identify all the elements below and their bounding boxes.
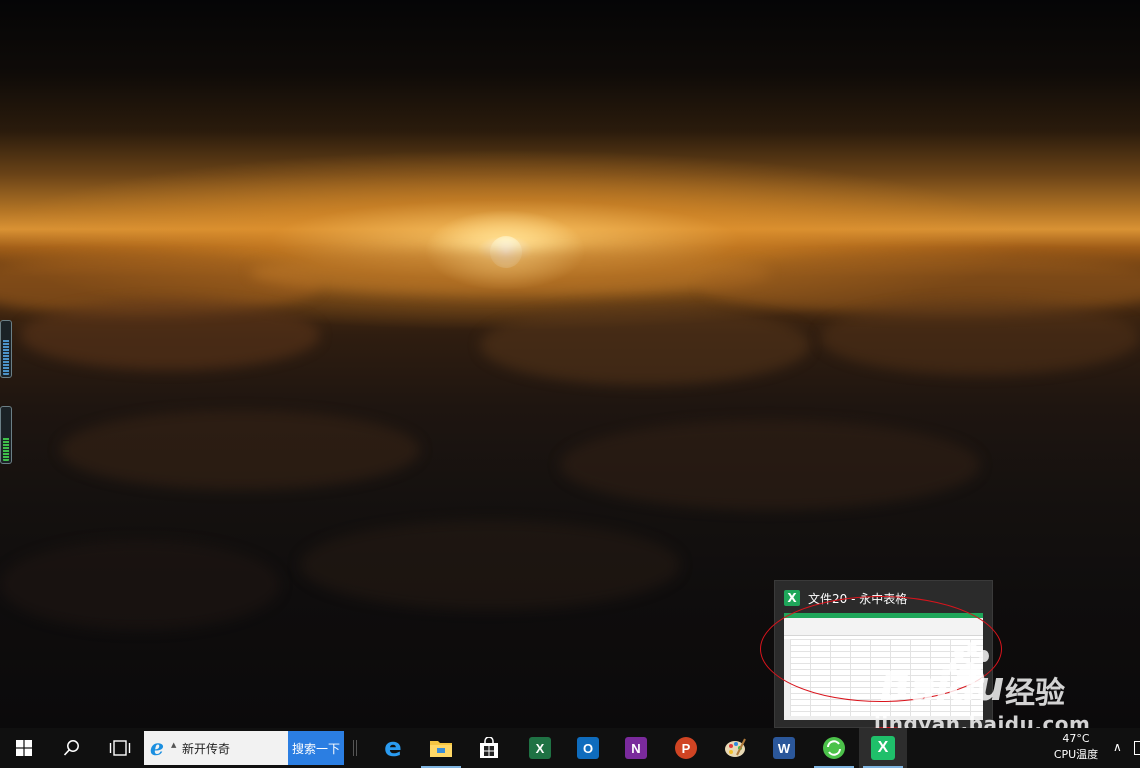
show-hidden-icons-chevron-icon[interactable]: ∧ [1113, 740, 1122, 754]
taskbar-app-paint[interactable] [711, 728, 759, 768]
taskbar-app-file-explorer[interactable] [417, 728, 465, 768]
start-button[interactable] [0, 728, 48, 768]
taskbar-app-word[interactable]: W [760, 728, 808, 768]
cloud [20, 300, 320, 370]
taskbar-app-yozo-sheet[interactable]: X [859, 728, 907, 768]
task-view-button[interactable] [96, 728, 144, 768]
search-button[interactable] [48, 728, 96, 768]
paint-palette-icon [725, 738, 746, 757]
taskbar-app-excel[interactable]: X [516, 728, 564, 768]
taskbar-app-outlook[interactable]: O [564, 728, 612, 768]
cloud [300, 520, 680, 610]
yozo-sheet-icon: X [871, 736, 895, 760]
taskbar-app-store[interactable] [465, 728, 513, 768]
store-bag-icon [480, 737, 498, 758]
search-submit-button[interactable]: 搜索一下 [288, 731, 344, 765]
excel-icon: X [529, 737, 551, 759]
taskbar-app-powerpoint[interactable]: P [662, 728, 710, 768]
taskbar: e ▲ 新开传奇 搜索一下 e X O N P W X 47°C CPU温度 ∧ [0, 728, 1140, 768]
cloud [820, 300, 1140, 375]
cloud [560, 420, 980, 510]
search-icon [63, 740, 79, 756]
ie-icon: e [150, 735, 164, 761]
yozo-sheet-icon: X [784, 590, 800, 606]
cloud [60, 410, 420, 490]
cpu-temperature-widget[interactable]: 47°C CPU温度 [1046, 731, 1106, 763]
cloud [250, 250, 770, 295]
watermark-tag: 经验 [1005, 676, 1065, 711]
browser-search-box[interactable]: e ▲ 新开传奇 搜索一下 [144, 731, 344, 765]
outlook-icon: O [577, 737, 599, 759]
edge-icon: e [384, 733, 402, 763]
search-input[interactable]: 新开传奇 [182, 740, 230, 757]
windows-logo-icon [16, 740, 32, 756]
cloud [480, 305, 810, 385]
taskbar-app-onenote[interactable]: N [612, 728, 660, 768]
cpu-meter-fill [3, 339, 9, 375]
search-engine-dropdown-icon[interactable]: ▲ [171, 741, 176, 749]
taskbar-separator [353, 740, 357, 756]
cloud [0, 540, 280, 630]
browser-refresh-icon [823, 737, 845, 759]
baidu-paw-icon [949, 642, 989, 686]
memory-meter-gadget[interactable] [0, 406, 12, 464]
network-icon[interactable] [1134, 741, 1140, 755]
memory-meter-fill [3, 437, 9, 461]
cpu-temperature-value: 47°C [1062, 732, 1090, 745]
word-icon: W [773, 737, 795, 759]
folder-icon [430, 741, 452, 757]
taskbar-app-browser[interactable] [810, 728, 858, 768]
powerpoint-icon: P [675, 737, 697, 759]
taskbar-app-edge[interactable]: e [369, 728, 417, 768]
cpu-temperature-label: CPU温度 [1053, 748, 1099, 761]
onenote-icon: N [625, 737, 647, 759]
task-view-icon [109, 740, 131, 756]
cpu-meter-gadget[interactable] [0, 320, 12, 378]
